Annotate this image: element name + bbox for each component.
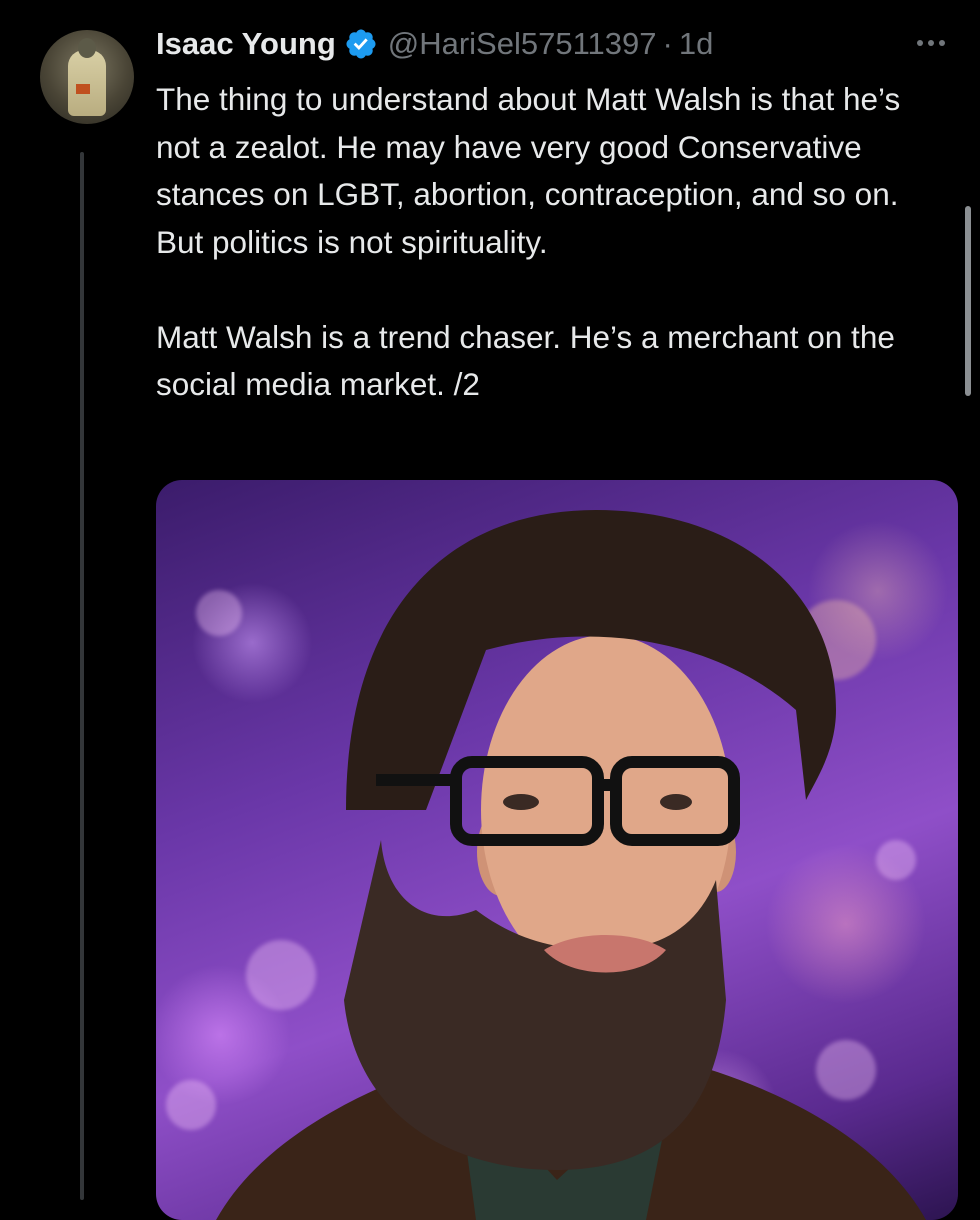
timestamp[interactable]: 1d	[679, 26, 713, 62]
avatar-book	[76, 84, 90, 94]
tweet-paragraph: Matt Walsh is a trend chaser. He’s a mer…	[156, 318, 895, 403]
avatar[interactable]	[40, 30, 134, 124]
display-name[interactable]: Isaac Young	[156, 26, 336, 62]
tweet-text: The thing to understand about Matt Walsh…	[156, 76, 946, 409]
avatar-head	[78, 38, 96, 58]
user-handle[interactable]: @HariSel57511397	[388, 26, 657, 62]
more-options-icon[interactable]	[908, 26, 954, 60]
verified-badge-icon	[346, 29, 376, 59]
separator-dot: ·	[662, 26, 673, 61]
photo-attachment[interactable]	[156, 480, 958, 1220]
avatar-figure	[68, 50, 106, 116]
more-dot	[917, 40, 923, 46]
tweet[interactable]: Isaac Young @HariSel57511397 · 1d The th…	[0, 0, 980, 1220]
tweet-paragraph: The thing to understand about Matt Walsh…	[156, 81, 901, 260]
scrollbar[interactable]	[965, 206, 971, 396]
more-dot	[939, 40, 945, 46]
portrait-illustration	[216, 510, 926, 1220]
more-dot	[928, 40, 934, 46]
tweet-header: Isaac Young @HariSel57511397 · 1d	[156, 22, 713, 66]
thread-line	[80, 152, 84, 1200]
